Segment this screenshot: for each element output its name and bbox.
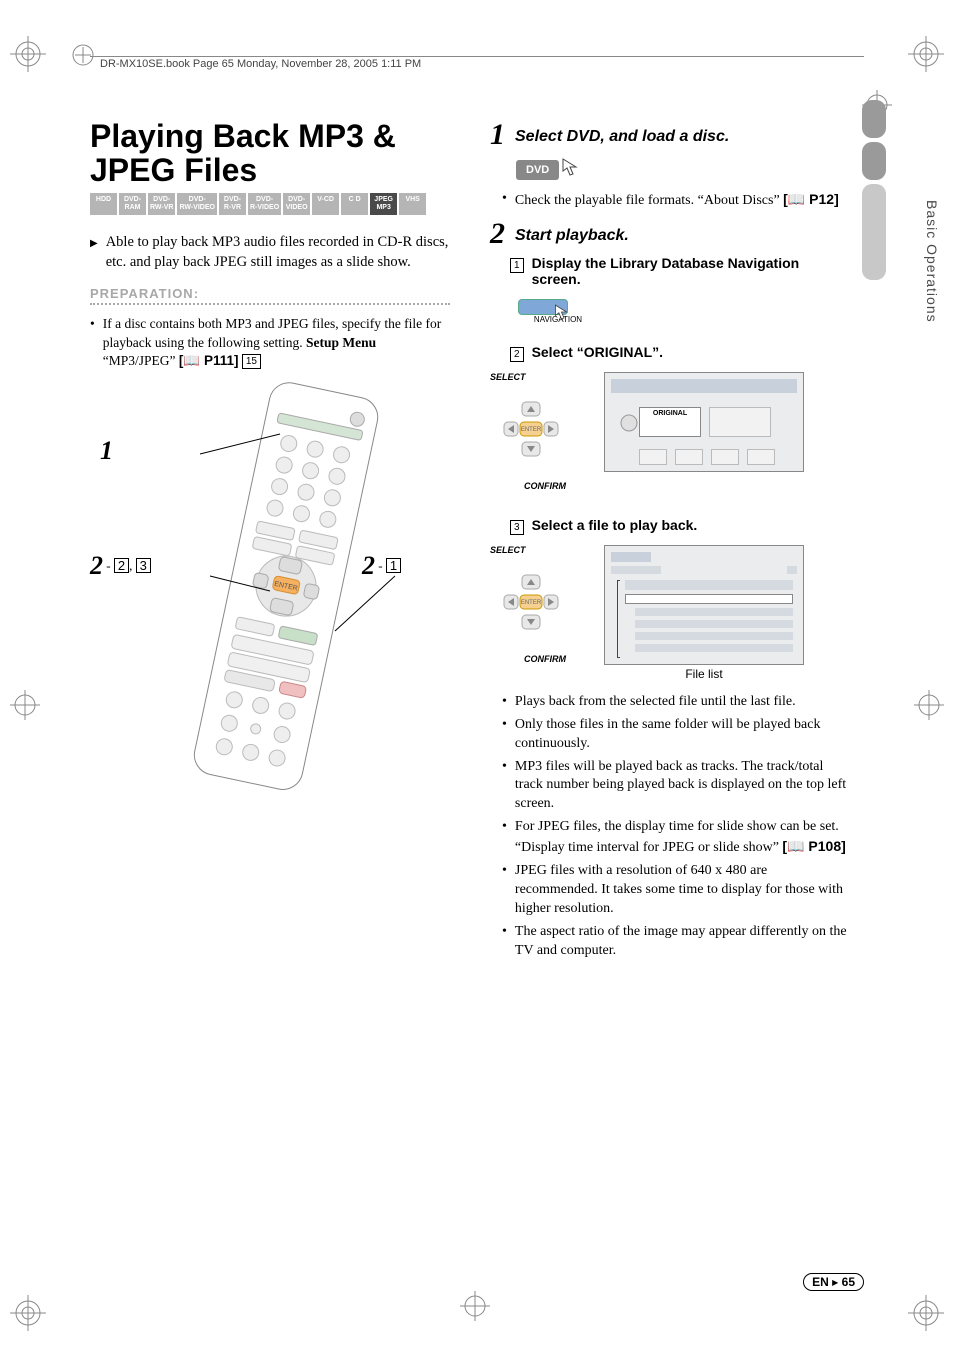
callout-2-right: 2 - 1 <box>362 551 401 581</box>
navigation-button-graphic: NAVIGATION <box>518 299 598 324</box>
substep-2-text: Select “ORIGINAL”. <box>532 344 663 360</box>
bullet-icon <box>90 315 95 370</box>
dvd-badge: DVD <box>516 160 559 180</box>
substep-box: 2 <box>510 347 524 362</box>
bullet-icon <box>502 693 507 712</box>
format-chip: DVD-RW-VIDEO <box>177 193 217 215</box>
format-chip: JPEGMP3 <box>370 193 397 215</box>
page-title: Playing Back MP3 & JPEG Files <box>90 120 450 187</box>
screen-preview-filelist <box>604 545 804 665</box>
list-item: Plays back from the selected file until … <box>502 693 850 712</box>
substep-box: 3 <box>510 520 524 535</box>
format-chip: C D <box>341 193 368 215</box>
format-chip: V-CD <box>312 193 339 215</box>
crop-mark-icon <box>10 36 46 72</box>
select-confirm-graphic: SELECT ENTER CONFIRM <box>490 372 590 491</box>
substep-1-text: Display the Library Database Navigation … <box>532 255 850 287</box>
crop-mark-icon <box>908 1295 944 1331</box>
bullet-icon <box>502 716 507 754</box>
step-number-1: 1 <box>490 120 505 150</box>
crop-mark-icon <box>908 36 944 72</box>
format-strip: HDDDVD-RAMDVD-RW-VRDVD-RW-VIDEODVD-R-VRD… <box>90 193 450 215</box>
crop-mark-icon <box>10 690 40 720</box>
list-item: Only those files in the same folder will… <box>502 716 850 754</box>
svg-text:ENTER: ENTER <box>521 427 542 433</box>
crop-mark-icon <box>460 1291 490 1321</box>
list-item: JPEG files with a resolution of 640 x 48… <box>502 862 850 919</box>
substep-3-text: Select a file to play back. <box>532 517 698 533</box>
bullet-icon <box>502 923 507 961</box>
crop-mark-icon <box>914 690 944 720</box>
step-number-2: 2 <box>490 219 505 249</box>
dotted-rule <box>90 303 450 305</box>
step-title-2: Start playback. <box>515 227 629 245</box>
list-item: For JPEG files, the display time for sli… <box>502 818 850 858</box>
preparation-text: If a disc contains both MP3 and JPEG fil… <box>103 315 450 370</box>
format-chip: DVD-RW-VR <box>148 193 175 215</box>
cursor-pointer-icon <box>559 155 587 179</box>
bullet-icon <box>502 862 507 919</box>
file-list-label: File list <box>604 667 804 681</box>
bullet-icon <box>502 758 507 815</box>
preparation-heading: PREPARATION: <box>90 286 450 301</box>
callout-1: 1 <box>100 436 113 466</box>
format-chip: HDD <box>90 193 117 215</box>
substep-box: 1 <box>510 258 524 273</box>
running-header: DR-MX10SE.book Page 65 Monday, November … <box>100 58 421 70</box>
section-tab <box>856 100 886 280</box>
format-chip: DVD-R-VR <box>219 193 246 215</box>
format-chip: DVD-RAM <box>119 193 146 215</box>
header-circle-icon <box>72 44 94 66</box>
svg-text:ENTER: ENTER <box>521 600 542 606</box>
list-item: MP3 files will be played back as tracks.… <box>502 758 850 815</box>
header-rule <box>90 56 864 57</box>
triangle-bullet-icon: ▶ <box>90 237 98 272</box>
format-chip: VHS <box>399 193 426 215</box>
step-title-1: Select DVD, and load a disc. <box>515 128 729 146</box>
list-item: The aspect ratio of the image may appear… <box>502 923 850 961</box>
page-footer: EN ▶ 65 <box>803 1273 864 1291</box>
section-tab-label: Basic Operations <box>924 200 940 323</box>
format-chip: DVD-R-VIDEO <box>248 193 281 215</box>
select-confirm-graphic: SELECT ENTER CONFIRM <box>490 545 590 681</box>
bullet-icon <box>502 190 507 211</box>
remote-diagram: ENTER <box>90 376 450 806</box>
bullet-icon <box>502 818 507 858</box>
callout-2-left: 2 - 2, 3 <box>90 551 151 581</box>
screen-preview-original: ORIGINAL <box>604 372 804 472</box>
crop-mark-icon <box>10 1295 46 1331</box>
step1-bullet: Check the playable file formats. “About … <box>515 190 839 211</box>
lead-text: Able to play back MP3 audio files record… <box>106 233 450 272</box>
format-chip: DVD-VIDEO <box>283 193 310 215</box>
